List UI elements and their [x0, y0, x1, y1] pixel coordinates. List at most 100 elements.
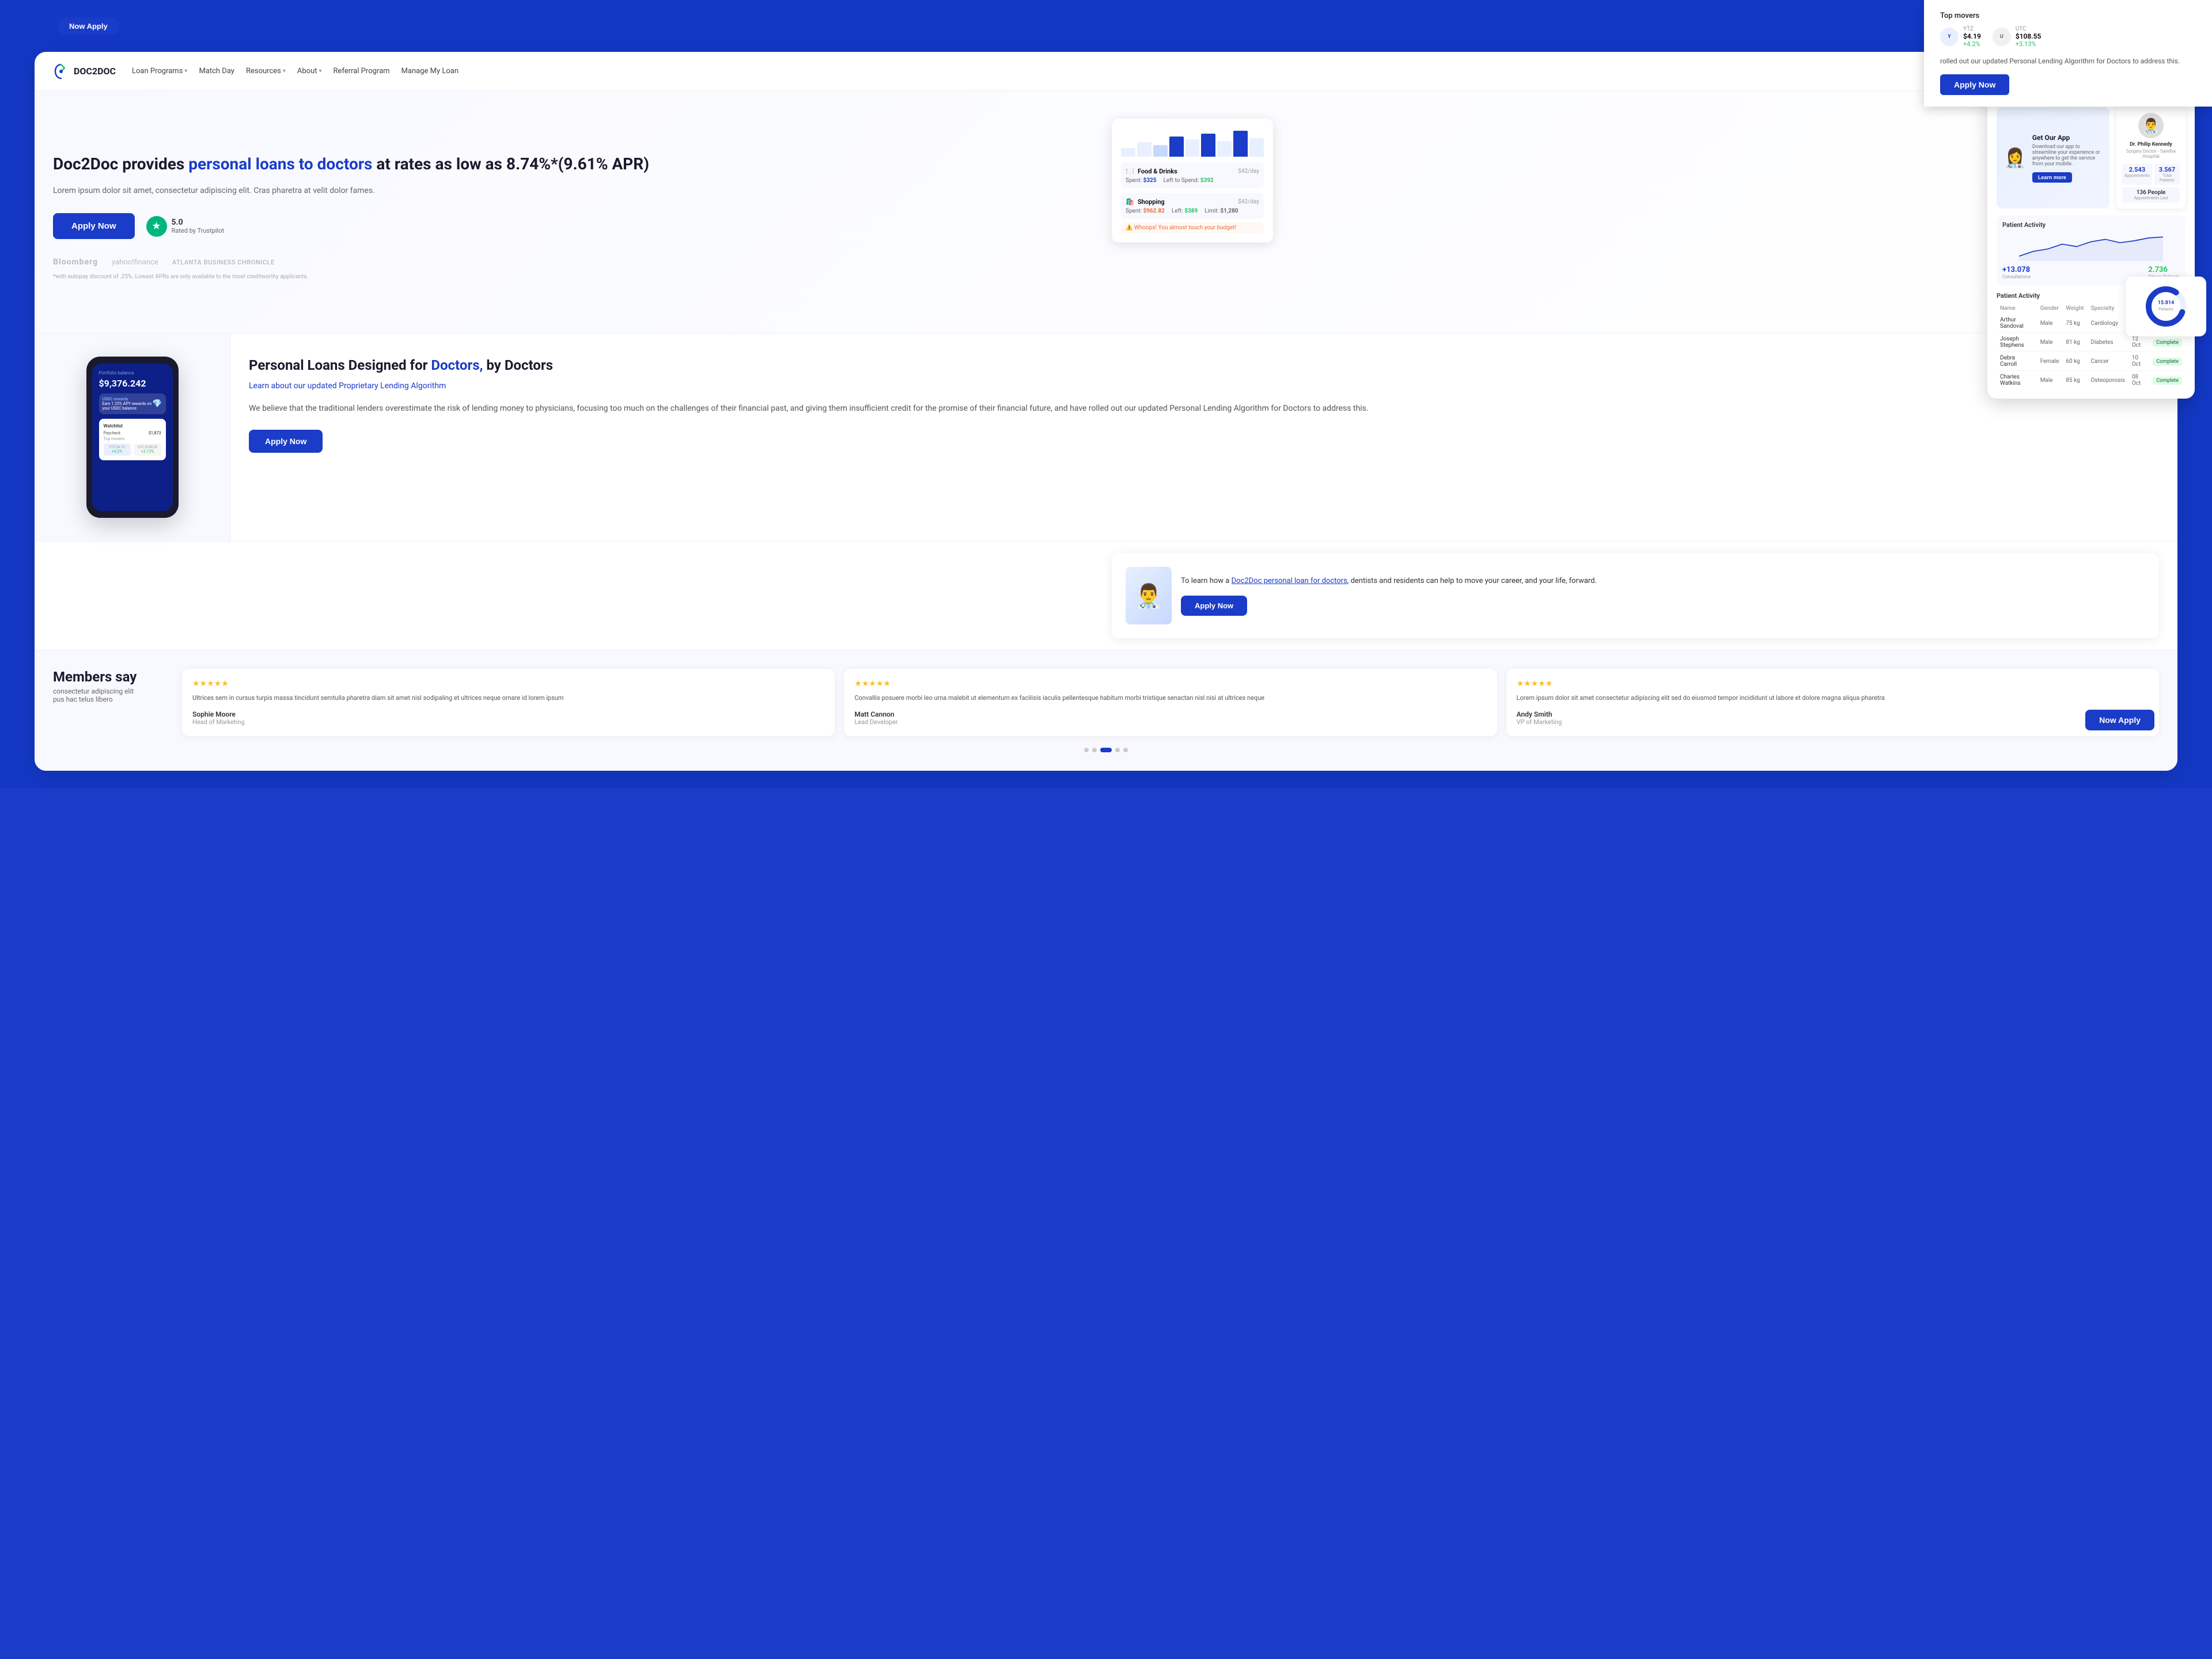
spending-food-amount: $42/day: [1238, 168, 1259, 175]
s2-reward-card: USDC rewards Earn 1.25% APY rewards on y…: [99, 393, 166, 414]
nav-link-about[interactable]: About ▾: [297, 67, 322, 75]
stat-patients-value: 3.567: [2157, 166, 2177, 173]
press-logos: Bloomberg yahoo!finance ATLANTA BUSINESS…: [53, 257, 1100, 267]
patient-4-specialty: Osteoporosis: [2088, 371, 2128, 390]
learn-spacer: [53, 553, 1100, 638]
stock-ytc-label: YTZ: [1963, 26, 1981, 32]
reviewer-1-name: Sophie Moore: [192, 710, 824, 718]
patient-3-specialty: Cancer: [2088, 352, 2128, 371]
patient-2-specialty: Diabetes: [2088, 333, 2128, 352]
spending-food: 🍽️ Food & Drinks $42/day Spent: $325 Lef…: [1121, 162, 1264, 188]
stat-136-label: Appointments Last: [2124, 196, 2177, 200]
nav-match-day-label: Match Day: [199, 67, 234, 75]
s2-reward-info: USDC rewards Earn 1.25% APY rewards on y…: [103, 397, 153, 411]
col-weight: Weight: [2062, 303, 2087, 314]
app-promo-illustration: 👩‍⚕️: [2003, 147, 2027, 169]
dot-3-active[interactable]: [1100, 748, 1112, 752]
patient-4-date: 08 Oct: [2128, 371, 2149, 390]
learn-text: To learn how a Doc2Doc personal loan for…: [1181, 575, 2145, 588]
learn-text-suffix: , dentists and residents can help to mov…: [1347, 577, 1597, 585]
stat-appointments: 2.543 Appointments: [2122, 164, 2152, 185]
review-text-3: Lorem ipsum dolor sit amet consectetur a…: [1517, 693, 2149, 703]
stock-utc-change: +3.13%: [2016, 40, 2041, 48]
s2-paycheck-row: Paycheck $1,873: [104, 431, 161, 435]
chevron-down-icon-3: ▾: [319, 68, 322, 74]
stock-utc: U UTC $108.55 +3.13%: [1993, 26, 2041, 48]
nav-link-manage[interactable]: Manage My Loan: [402, 67, 459, 75]
s2-top-movers-label: Top movers: [104, 437, 161, 441]
hero-title-suffix: at rates as low as 8.74%*(9.61% APR): [372, 154, 649, 173]
spending-food-left: 🍽️ Food & Drinks: [1126, 167, 1177, 175]
trustpilot: ★ 5.0 Rated by Trustpilot: [146, 216, 225, 237]
chevron-down-icon-2: ▾: [283, 68, 286, 74]
learn-more-button[interactable]: Learn more: [2032, 172, 2072, 183]
activity-chart-svg: [2002, 232, 2180, 261]
dot-2[interactable]: [1092, 748, 1097, 752]
chart-bar-5: [1185, 139, 1200, 157]
section-body: We believe that the traditional lenders …: [249, 402, 2159, 416]
patient-1-name: Arthur Sandoval: [1997, 314, 2037, 333]
patient-2-gender: Male: [2037, 333, 2063, 352]
trustpilot-rating: 5.0: [172, 218, 225, 227]
doctor-profile-card: 👨‍⚕️ Dr. Philip Kennedy Surgery Doctor -…: [2116, 107, 2186, 209]
spent-shopping-label: Spent: $962.82: [1126, 208, 1165, 214]
chart-bar-9: [1249, 138, 1264, 157]
patient-3-date: 10 Oct: [2128, 352, 2149, 371]
s2-stock-ytc: YTZ $4.19 +4.2%: [104, 444, 131, 456]
top-movers-label: Top movers: [1940, 12, 2196, 20]
apply-now-section2-button[interactable]: Apply Now: [249, 430, 323, 453]
stock-utc-info: UTC $108.55 +3.13%: [2016, 26, 2041, 48]
patient-4-name: Charles Watkins: [1997, 371, 2037, 390]
chart-bar-3: [1153, 145, 1168, 157]
stat-appointments-label: Appointments: [2124, 173, 2150, 178]
chart-bar-8: [1233, 131, 1248, 157]
dot-5[interactable]: [1123, 748, 1128, 752]
table-row: Charles Watkins Male 85 kg Osteoporosis …: [1997, 371, 2186, 390]
stock-ytc-info: YTZ $4.19 +4.2%: [1963, 26, 1981, 48]
patient-2-name: Joseph Stephens: [1997, 333, 2037, 352]
apply-now-top-button[interactable]: Apply Now: [1940, 74, 2009, 95]
nav-link-match-day[interactable]: Match Day: [199, 67, 234, 75]
dot-1[interactable]: [1084, 748, 1089, 752]
logo-text: DOC2DOC: [74, 66, 116, 77]
stock-utc-label: UTC: [2016, 26, 2041, 32]
phone-section2: Portfolio balance $9,376.242 USDC reward…: [86, 357, 179, 518]
dot-4[interactable]: [1115, 748, 1120, 752]
nav-link-loan-programs[interactable]: Loan Programs ▾: [132, 67, 187, 75]
app-promo-title: Get Our App: [2032, 134, 2103, 142]
apply-now-hero-button[interactable]: Apply Now: [53, 213, 135, 239]
review-text-1: Ultrices sem in cursus turpis massa tinc…: [192, 693, 824, 703]
now-apply-bottom-button[interactable]: Now Apply: [2085, 710, 2154, 730]
dashboard-main-row: 👩‍⚕️ Get Our App Download our app to str…: [1997, 107, 2186, 209]
nav-link-referral[interactable]: Referral Program: [334, 67, 390, 75]
spent-label: Spent: $325: [1126, 177, 1157, 184]
hero-cta: Apply Now ★ 5.0 Rated by Trustpilot: [53, 213, 1100, 239]
patient-1-gender: Male: [2037, 314, 2063, 333]
patient-3-status: Complete: [2149, 352, 2186, 371]
hero-title-prefix: Doc2Doc provides: [53, 154, 188, 173]
nav-resources-label: Resources: [246, 67, 281, 75]
return-patients-value: 2.736: [2148, 266, 2180, 274]
stat-appointments-value: 2.543: [2124, 166, 2150, 173]
learn-text-link[interactable]: Doc2Doc personal loan for doctors: [1232, 577, 1347, 585]
patient-2-age: 81 kg: [2062, 333, 2087, 352]
s2-reward-icon: 💎: [152, 399, 162, 408]
stat-136: 136 People Appointments Last: [2122, 187, 2180, 203]
reviewer-1-title: Head of Marketing: [192, 718, 824, 726]
top-right-description: rolled out our updated Personal Lending …: [1940, 56, 2196, 66]
top-movers-row: Y YTZ $4.19 +4.2% U UTC $108.55 +3.13%: [1940, 26, 2196, 48]
apply-now-learn-button[interactable]: Apply Now: [1181, 596, 1247, 616]
section-loans-title: Personal Loans Designed for Doctors, by …: [249, 357, 2159, 374]
activity-chart-area: Patient Activity +13.078 Consultations 2…: [1997, 215, 2186, 285]
medical-dashboard: 🔍 Search desktop... 🔔 ⚙️ 👩‍⚕️ Get Our Ap…: [1987, 75, 2195, 399]
review-stars-1: ★★★★★: [192, 679, 824, 688]
svg-text:15.814: 15.814: [2158, 300, 2174, 306]
nav-link-resources[interactable]: Resources ▾: [246, 67, 286, 75]
patient-3-age: 60 kg: [2062, 352, 2087, 371]
stat-patients: 3.567 Total Patients: [2154, 164, 2180, 185]
stat-patients-label: Total Patients: [2157, 173, 2177, 183]
chart-bar-7: [1217, 141, 1232, 157]
now-apply-top-button[interactable]: Now Apply: [58, 17, 119, 35]
section-subtitle-link[interactable]: Learn about our updated Proprietary Lend…: [249, 381, 2159, 391]
s2-stock-utc: UTC $108.55 +3.13%: [134, 444, 161, 456]
